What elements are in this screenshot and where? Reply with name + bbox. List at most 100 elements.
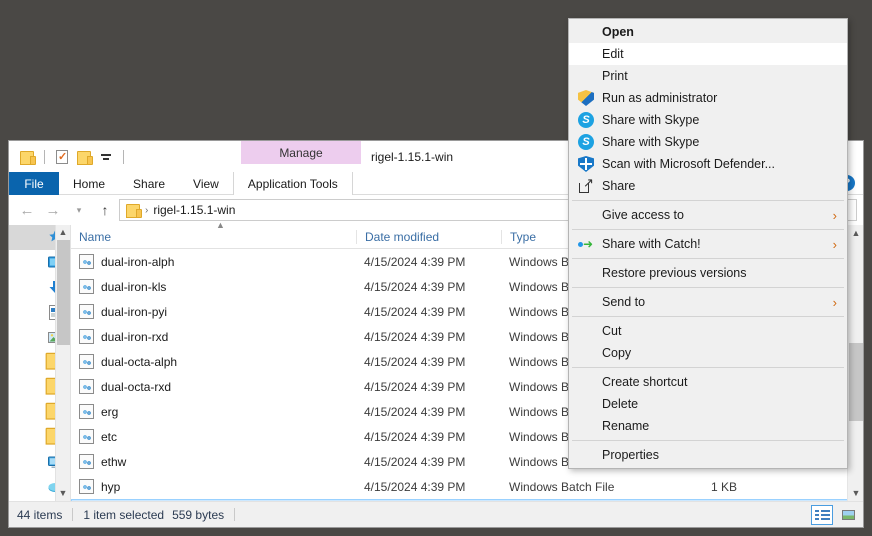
- breadcrumb-path[interactable]: rigel-1.15.1-win: [153, 203, 235, 217]
- menu-item-label: Print: [602, 69, 628, 83]
- defender-shield-icon: [578, 156, 594, 172]
- file-date-cell: 4/15/2024 4:39 PM: [364, 429, 466, 444]
- contextual-tab-group-manage: Manage: [241, 141, 361, 164]
- skype-icon: S: [578, 134, 594, 150]
- file-date-cell: 4/15/2024 4:39 PM: [364, 404, 466, 419]
- table-row[interactable]: hyp 4/15/2024 4:39 PM Windows Batch File 1 …: [71, 474, 863, 499]
- scroll-up-icon[interactable]: ▲: [59, 225, 68, 240]
- menu-separator: [572, 287, 844, 288]
- menu-item-label: Run as administrator: [602, 91, 718, 105]
- menu-item-share-with-catch[interactable]: Share with Catch! ›: [569, 233, 847, 255]
- new-folder-icon[interactable]: [73, 146, 95, 168]
- menu-item-share[interactable]: Share: [569, 175, 847, 197]
- file-date-cell: 4/15/2024 4:39 PM: [364, 454, 466, 469]
- file-name-cell[interactable]: dual-iron-pyi: [71, 304, 356, 319]
- tab-home[interactable]: Home: [59, 172, 119, 195]
- tab-share[interactable]: Share: [119, 172, 179, 195]
- menu-item-print[interactable]: Print: [569, 65, 847, 87]
- table-row[interactable]: iron4/15/2024 4:39 PMWindows Batch File1…: [71, 499, 863, 501]
- file-name-label: dual-iron-kls: [101, 279, 167, 294]
- batch-file-icon: [79, 254, 94, 269]
- file-name-cell[interactable]: dual-octa-rxd: [71, 379, 356, 394]
- menu-item-label: Delete: [602, 397, 639, 411]
- menu-item-scan-with-microsoft-defender[interactable]: Scan with Microsoft Defender...: [569, 153, 847, 175]
- menu-item-cut[interactable]: Cut: [569, 320, 847, 342]
- tab-file[interactable]: File: [9, 172, 59, 195]
- menu-item-run-as-administrator[interactable]: Run as administrator: [569, 87, 847, 109]
- uac-shield-icon: [578, 90, 594, 106]
- chevron-right-icon: ›: [832, 294, 837, 310]
- column-header-date-modified[interactable]: Date modified: [356, 229, 501, 244]
- menu-item-properties[interactable]: Properties: [569, 444, 847, 466]
- menu-item-delete[interactable]: Delete: [569, 393, 847, 415]
- item-count-label: 44 items: [17, 507, 63, 522]
- tab-application-tools[interactable]: Application Tools: [232, 172, 353, 195]
- menu-item-open[interactable]: Open: [569, 21, 847, 43]
- selection-size-label: 559 bytes: [172, 507, 225, 522]
- batch-file-icon: [79, 354, 94, 369]
- scrollbar-thumb[interactable]: [57, 240, 70, 345]
- menu-item-label: Restore previous versions: [602, 266, 747, 280]
- thumbnail-view-button[interactable]: [837, 505, 859, 525]
- menu-item-label: Give access to: [602, 208, 684, 222]
- menu-item-give-access-to[interactable]: Give access to ›: [569, 204, 847, 226]
- scroll-up-icon[interactable]: ▲: [848, 225, 863, 241]
- recent-locations-button[interactable]: ▾: [67, 198, 91, 222]
- file-list-scrollbar[interactable]: ▲ ▼: [847, 225, 863, 501]
- file-name-label: dual-iron-rxd: [101, 329, 169, 344]
- details-view-icon: [814, 509, 830, 520]
- tab-view[interactable]: View: [179, 172, 233, 195]
- nav-pane-scrollbar[interactable]: ▲ ▼: [55, 225, 70, 501]
- menu-item-edit[interactable]: Edit: [569, 43, 847, 65]
- window-title: rigel-1.15.1-win: [371, 149, 454, 164]
- forward-button[interactable]: →: [41, 198, 65, 222]
- skype-icon: S: [578, 112, 594, 128]
- file-name-cell[interactable]: hyp: [71, 479, 356, 494]
- file-name-label: dual-iron-alph: [101, 254, 175, 269]
- menu-item-send-to[interactable]: Send to ›: [569, 291, 847, 313]
- menu-item-copy[interactable]: Copy: [569, 342, 847, 364]
- batch-file-icon: [79, 379, 94, 394]
- menu-item-label: Scan with Microsoft Defender...: [602, 157, 775, 171]
- menu-item-restore-previous-versions[interactable]: Restore previous versions: [569, 262, 847, 284]
- file-date-cell: 4/15/2024 4:39 PM: [364, 254, 466, 269]
- menu-item-rename[interactable]: Rename: [569, 415, 847, 437]
- details-view-button[interactable]: [811, 504, 833, 525]
- folder-icon[interactable]: [16, 146, 38, 168]
- file-name-cell[interactable]: erg: [71, 404, 356, 419]
- file-size-cell: 1 KB: [710, 479, 737, 494]
- divider: [72, 508, 74, 521]
- menu-separator: [572, 229, 844, 230]
- file-date-cell: 4/15/2024 4:39 PM: [364, 329, 466, 344]
- file-name-cell[interactable]: dual-iron-kls: [71, 279, 356, 294]
- file-name-cell[interactable]: ethw: [71, 454, 356, 469]
- file-name-cell[interactable]: dual-iron-rxd: [71, 329, 356, 344]
- up-button[interactable]: ↑: [93, 198, 117, 222]
- batch-file-icon: [79, 329, 94, 344]
- menu-separator: [572, 200, 844, 201]
- file-name-label: etc: [101, 429, 118, 444]
- scroll-down-icon[interactable]: ▼: [848, 485, 863, 501]
- column-header-name[interactable]: Name: [71, 230, 356, 244]
- file-name-cell[interactable]: dual-octa-alph: [71, 354, 356, 369]
- menu-item-label: Edit: [602, 47, 624, 61]
- scroll-down-icon[interactable]: ▼: [59, 486, 68, 501]
- menu-item-share-with-skype[interactable]: S Share with Skype: [569, 109, 847, 131]
- back-button[interactable]: ←: [15, 198, 39, 222]
- batch-file-icon: [79, 279, 94, 294]
- selection-label: 1 item selected: [83, 507, 165, 522]
- menu-separator: [572, 316, 844, 317]
- file-name-cell[interactable]: dual-iron-alph: [71, 254, 356, 269]
- menu-item-label: Share with Skype: [602, 135, 700, 149]
- file-date-cell: 4/15/2024 4:39 PM: [364, 379, 466, 394]
- catch-share-icon: [578, 236, 594, 252]
- file-name-cell[interactable]: etc: [71, 429, 356, 444]
- customize-qat-icon[interactable]: [95, 146, 117, 168]
- scrollbar-thumb[interactable]: [849, 343, 863, 421]
- menu-item-label: Share: [602, 179, 636, 193]
- properties-icon[interactable]: [51, 146, 73, 168]
- share-icon: [578, 176, 594, 194]
- menu-item-share-with-skype[interactable]: S Share with Skype: [569, 131, 847, 153]
- menu-item-create-shortcut[interactable]: Create shortcut: [569, 371, 847, 393]
- status-bar: 44 items 1 item selected 559 bytes: [9, 501, 863, 527]
